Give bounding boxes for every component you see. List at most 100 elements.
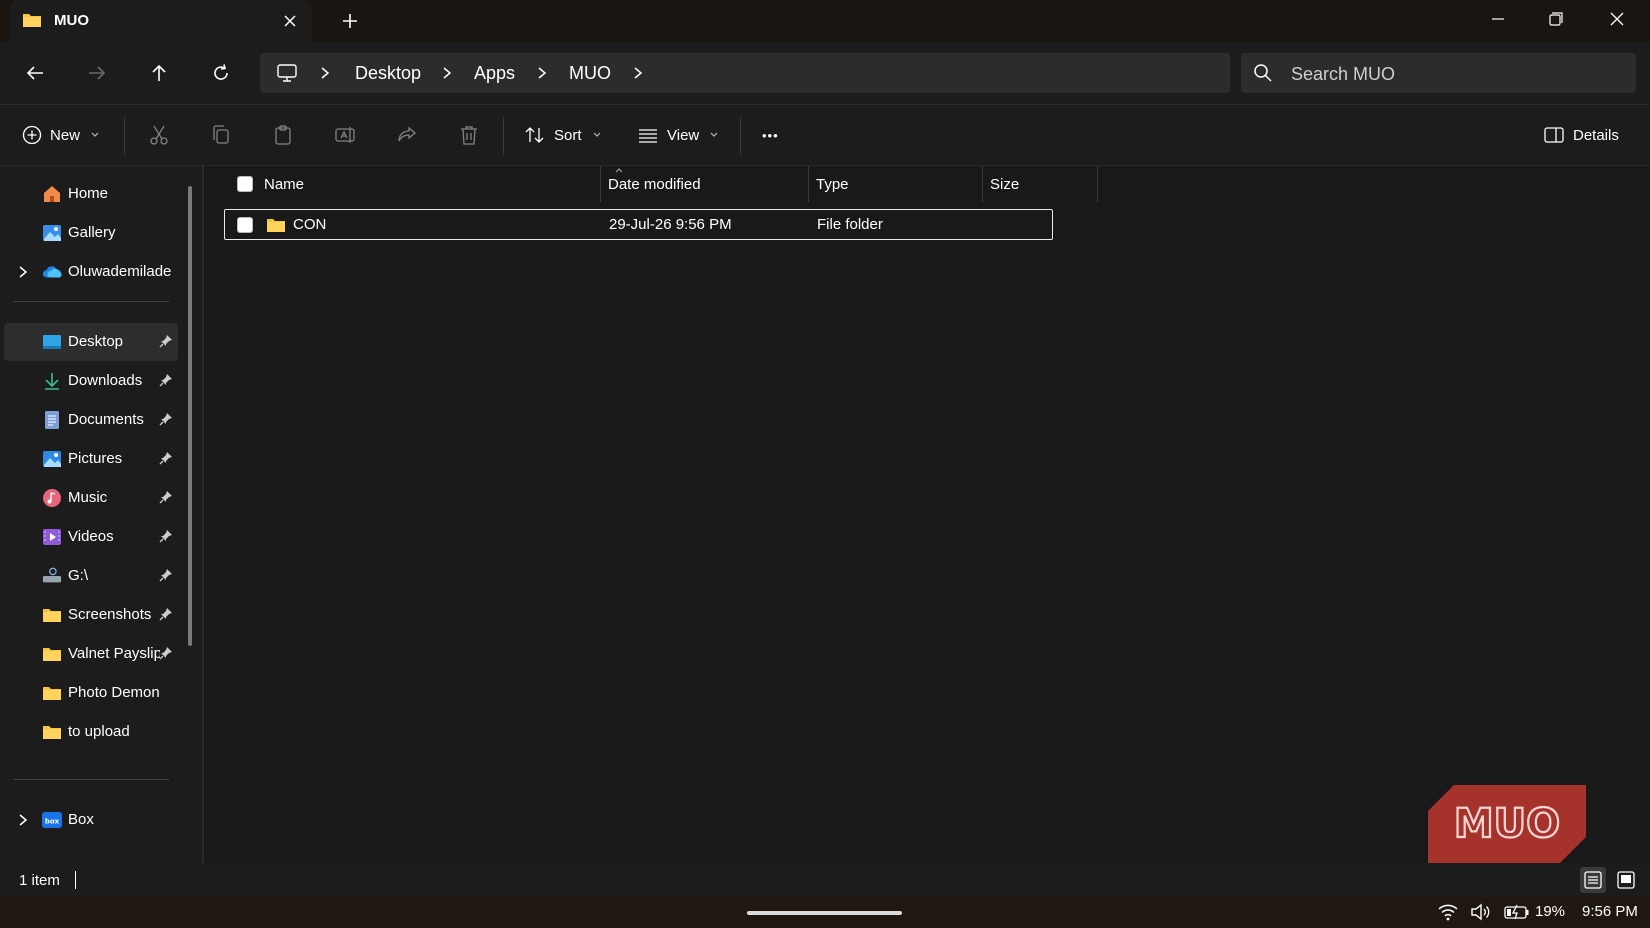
delete-icon[interactable]	[456, 122, 482, 148]
sidebar-item-label: Oluwademilade	[68, 263, 172, 280]
file-name[interactable]: CON	[293, 216, 326, 233]
pin-icon[interactable]	[159, 451, 173, 465]
sort-button[interactable]: Sort	[524, 121, 602, 149]
chevron-right-icon[interactable]	[537, 66, 547, 80]
sidebar-item-photo-demon[interactable]: Photo Demon	[4, 674, 178, 712]
sidebar-item-label: Valnet Payslip	[68, 645, 160, 662]
column-divider[interactable]	[1097, 166, 1098, 202]
pin-icon[interactable]	[159, 373, 173, 387]
breadcrumb-apps[interactable]: Apps	[474, 63, 515, 84]
sidebar-item-gallery[interactable]: Gallery	[4, 214, 178, 252]
tiles-view-button[interactable]	[1613, 867, 1639, 893]
back-button[interactable]	[21, 59, 49, 87]
column-header-date-modified[interactable]: Date modified	[600, 166, 808, 202]
close-tab-icon[interactable]	[280, 11, 300, 31]
pin-icon[interactable]	[159, 334, 173, 348]
chevron-right-icon[interactable]	[18, 265, 28, 279]
add-circle-icon	[22, 125, 42, 145]
sidebar-item-label: Pictures	[68, 450, 123, 467]
clock[interactable]: 9:56 PM	[1582, 903, 1638, 920]
pictures-icon	[42, 449, 62, 469]
navigation-bar: Desktop Apps MUO	[0, 42, 1650, 105]
rename-icon[interactable]	[332, 122, 358, 148]
chevron-right-icon[interactable]	[320, 66, 330, 80]
sidebar-item-home[interactable]: Home	[4, 175, 178, 213]
details-pane-button[interactable]: Details	[1543, 121, 1619, 149]
new-button[interactable]: New	[22, 121, 100, 149]
restore-button[interactable]	[1541, 6, 1571, 32]
chevron-right-icon[interactable]	[442, 66, 452, 80]
refresh-button[interactable]	[207, 59, 235, 87]
chevron-right-icon[interactable]	[18, 813, 28, 827]
videos-icon	[42, 527, 62, 547]
sidebar-item-pictures[interactable]: Pictures	[4, 440, 178, 478]
sidebar-item-desktop[interactable]: Desktop	[4, 323, 178, 361]
details-view-button[interactable]	[1580, 867, 1606, 893]
music-icon	[42, 488, 62, 508]
folder-icon	[42, 722, 62, 742]
share-icon[interactable]	[394, 122, 420, 148]
sidebar-item-screenshots[interactable]: Screenshots	[4, 596, 178, 634]
battery-charging-icon[interactable]	[1504, 903, 1530, 921]
pin-icon[interactable]	[159, 568, 173, 582]
sidebar-item-label: Photo Demon	[68, 684, 160, 701]
breadcrumb-muo[interactable]: MUO	[569, 63, 611, 84]
new-tab-button[interactable]	[339, 10, 361, 32]
more-options-button[interactable]: •••	[762, 121, 779, 149]
sidebar-item-box[interactable]: box Box	[4, 801, 178, 839]
sidebar-item-valnet-payslip[interactable]: Valnet Payslip	[4, 635, 178, 673]
sidebar-scrollbar[interactable]	[188, 186, 192, 646]
minimize-button[interactable]	[1483, 6, 1513, 32]
search-input[interactable]	[1289, 59, 1623, 89]
downloads-icon	[42, 371, 62, 391]
sidebar-item-label: Desktop	[68, 333, 124, 350]
item-count: 1 item	[19, 872, 60, 889]
up-button[interactable]	[145, 59, 173, 87]
onedrive-icon	[42, 262, 62, 282]
forward-button[interactable]	[83, 59, 111, 87]
table-row[interactable]: CON 29-Jul-26 9:56 PM File folder	[224, 209, 1053, 240]
divider	[13, 779, 169, 780]
close-window-button[interactable]	[1602, 6, 1632, 32]
details-pane-icon	[1543, 125, 1565, 145]
sidebar-item-g-drive[interactable]: G:\	[4, 557, 178, 595]
view-button[interactable]: View	[637, 121, 719, 149]
desktop-icon	[42, 332, 62, 352]
folder-icon	[42, 683, 62, 703]
box-icon: box	[42, 810, 62, 830]
sidebar-item-to-upload[interactable]: to upload	[4, 713, 178, 751]
volume-icon[interactable]	[1470, 903, 1492, 921]
wifi-icon[interactable]	[1437, 903, 1459, 921]
pin-icon[interactable]	[159, 490, 173, 504]
pin-icon[interactable]	[159, 529, 173, 543]
tab-muo[interactable]: MUO	[10, 0, 312, 42]
sidebar-item-music[interactable]: Music	[4, 479, 178, 517]
column-header-size[interactable]: Size	[982, 166, 1097, 202]
breadcrumb-desktop[interactable]: Desktop	[355, 63, 421, 84]
column-header-type[interactable]: Type	[808, 166, 982, 202]
gesture-handle[interactable]	[747, 911, 902, 915]
file-list: Name Date modified Type Size CON 29-Jul-…	[204, 166, 1650, 863]
select-all-checkbox[interactable]	[237, 176, 253, 192]
navigation-pane: Home Gallery Oluwademilade Desktop Downl…	[0, 166, 202, 863]
file-type: File folder	[817, 216, 883, 233]
pin-icon[interactable]	[159, 607, 173, 621]
paste-icon[interactable]	[270, 122, 296, 148]
details-label: Details	[1573, 126, 1619, 144]
view-label: View	[667, 126, 700, 144]
sidebar-item-onedrive[interactable]: Oluwademilade	[4, 253, 178, 291]
sidebar-item-label: Documents	[68, 411, 144, 428]
copy-icon[interactable]	[208, 122, 234, 148]
search-box[interactable]	[1241, 53, 1636, 93]
chevron-right-icon[interactable]	[633, 66, 643, 80]
pin-icon[interactable]	[159, 412, 173, 426]
sidebar-item-documents[interactable]: Documents	[4, 401, 178, 439]
column-header-name[interactable]: Name	[256, 166, 600, 202]
sidebar-item-downloads[interactable]: Downloads	[4, 362, 178, 400]
this-pc-icon[interactable]	[276, 63, 298, 83]
cut-icon[interactable]	[146, 122, 172, 148]
row-checkbox[interactable]	[237, 217, 253, 233]
pin-icon[interactable]	[159, 646, 173, 660]
address-bar[interactable]: Desktop Apps MUO	[260, 53, 1230, 93]
sidebar-item-videos[interactable]: Videos	[4, 518, 178, 556]
